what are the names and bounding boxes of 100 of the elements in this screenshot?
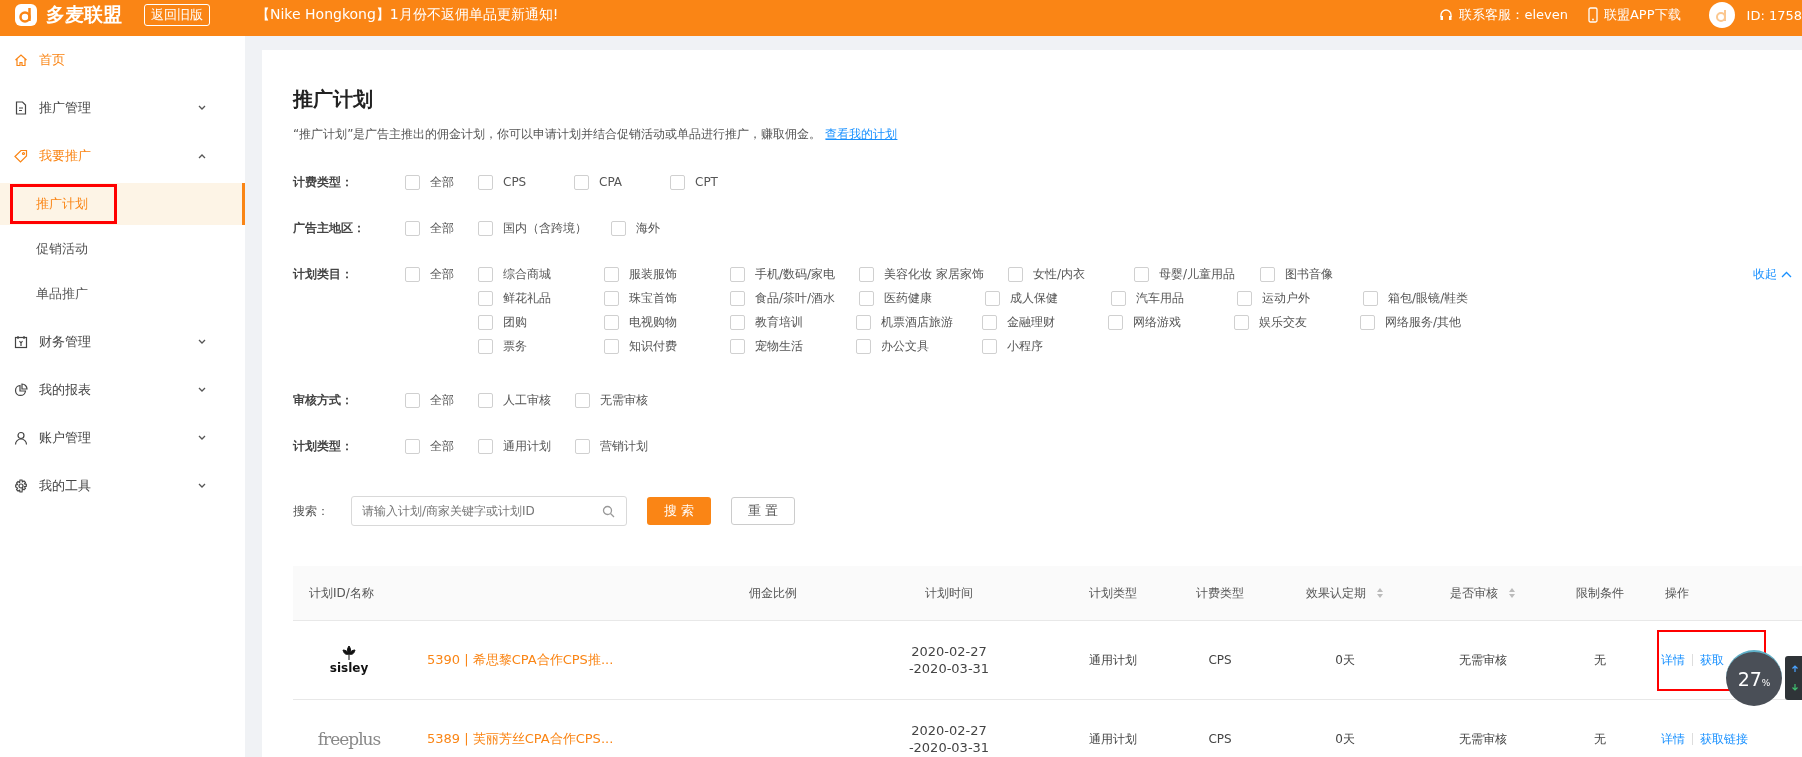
option-label[interactable]: CPS xyxy=(503,175,527,189)
checkbox[interactable] xyxy=(405,174,420,190)
checkbox[interactable] xyxy=(859,266,875,282)
checkbox[interactable] xyxy=(1360,314,1375,330)
sort-icon[interactable] xyxy=(1376,587,1384,599)
checkbox[interactable] xyxy=(1234,314,1249,330)
option-label[interactable]: 美容化妆 家居家饰 xyxy=(884,265,984,283)
option-label[interactable]: 人工审核 xyxy=(503,391,551,409)
option-label[interactable]: 医药健康 xyxy=(884,289,933,307)
checkbox[interactable] xyxy=(478,220,493,236)
option-label[interactable]: CPT xyxy=(695,175,718,189)
option-label[interactable]: 娱乐交友 xyxy=(1259,313,1307,331)
option-label[interactable]: 全部 xyxy=(430,173,454,191)
option-label[interactable]: 女性/内衣 xyxy=(1032,265,1085,283)
option-label[interactable]: 海外 xyxy=(636,219,660,237)
nav-item[interactable]: 推广管理 xyxy=(0,84,245,132)
checkbox[interactable] xyxy=(1259,266,1275,282)
sort-icon[interactable] xyxy=(1507,587,1516,599)
checkbox[interactable] xyxy=(1363,290,1379,306)
checkbox[interactable] xyxy=(478,392,493,408)
column-header: 限制条件 xyxy=(1576,584,1624,602)
option-label[interactable]: 宠物生活 xyxy=(755,337,803,355)
checkbox[interactable] xyxy=(405,392,420,408)
checkbox[interactable] xyxy=(604,314,619,330)
option-label[interactable]: 手机/数码/家电 xyxy=(755,265,836,283)
checkbox[interactable] xyxy=(575,392,590,408)
option-label[interactable]: 汽车用品 xyxy=(1136,289,1185,307)
checkbox[interactable] xyxy=(575,438,590,454)
option-label[interactable]: 运动户外 xyxy=(1262,289,1311,307)
checkbox[interactable] xyxy=(1111,290,1127,306)
checkbox[interactable] xyxy=(478,338,493,354)
option-label[interactable]: 知识付费 xyxy=(629,337,677,355)
chevron-down-icon xyxy=(197,435,207,441)
checkbox[interactable] xyxy=(405,266,420,282)
option-label[interactable]: 鲜花礼品 xyxy=(503,289,551,307)
checkbox[interactable] xyxy=(670,174,685,190)
option-label[interactable]: 网络服务/其他 xyxy=(1385,313,1462,331)
checkbox[interactable] xyxy=(1133,266,1149,282)
checkbox[interactable] xyxy=(1237,290,1253,306)
checkbox[interactable] xyxy=(405,220,420,236)
avatar-icon[interactable] xyxy=(1708,2,1735,28)
checkbox[interactable] xyxy=(730,338,745,354)
checkbox[interactable] xyxy=(859,290,875,306)
option-label[interactable]: 机票酒店旅游 xyxy=(881,313,953,331)
filter-label: 审核方式： xyxy=(293,392,354,409)
nav-item[interactable]: 财务管理 xyxy=(0,318,245,366)
option-label[interactable]: 小程序 xyxy=(1007,337,1043,355)
checkbox[interactable] xyxy=(478,266,493,282)
checkbox[interactable] xyxy=(478,290,493,306)
option-label[interactable]: 珠宝首饰 xyxy=(629,289,677,307)
option-label[interactable]: 全部 xyxy=(430,391,454,409)
checkbox[interactable] xyxy=(982,314,997,330)
option-label[interactable]: 全部 xyxy=(430,265,454,283)
checkbox[interactable] xyxy=(1108,314,1123,330)
checkbox[interactable] xyxy=(730,266,745,282)
option-label[interactable]: 团购 xyxy=(503,313,527,331)
option-label[interactable]: 电视购物 xyxy=(629,313,677,331)
checkbox[interactable] xyxy=(856,314,871,330)
option-label[interactable]: 无需审核 xyxy=(600,391,648,409)
checkbox[interactable] xyxy=(730,290,745,306)
option-label[interactable]: 网络游戏 xyxy=(1133,313,1181,331)
nav-item[interactable]: 我的报表 xyxy=(0,366,245,414)
search-field[interactable]: 请输入计划/商家关键字或计划ID xyxy=(351,496,627,526)
checkbox[interactable] xyxy=(1007,266,1023,282)
option-label[interactable]: 食品/茶叶/酒水 xyxy=(755,289,836,307)
option-label[interactable]: 办公文具 xyxy=(881,337,929,355)
nav-item[interactable]: 我的工具 xyxy=(0,462,245,510)
option-label[interactable]: 箱包/眼镜/鞋类 xyxy=(1388,289,1469,307)
option-label[interactable]: 服装服饰 xyxy=(629,265,677,283)
nav-subitem[interactable]: 促销活动 xyxy=(0,228,245,270)
reset-button[interactable]: 重 置 xyxy=(731,497,795,525)
checkbox[interactable] xyxy=(985,290,1001,306)
option-label[interactable]: 营销计划 xyxy=(600,437,648,455)
nav-subitem[interactable]: 单品推广 xyxy=(0,273,245,315)
checkbox[interactable] xyxy=(574,174,589,190)
checkbox[interactable] xyxy=(856,338,871,354)
checkbox[interactable] xyxy=(730,314,745,330)
option-label[interactable]: 金融理财 xyxy=(1007,313,1055,331)
checkbox[interactable] xyxy=(478,438,493,454)
checkbox[interactable] xyxy=(478,174,493,190)
checkbox[interactable] xyxy=(604,290,619,306)
option-label[interactable]: 综合商城 xyxy=(503,265,551,283)
option-label[interactable]: 通用计划 xyxy=(503,437,551,455)
checkbox[interactable] xyxy=(604,338,619,354)
nav-item[interactable]: 账户管理 xyxy=(0,414,245,462)
option-label[interactable]: CPA xyxy=(599,175,623,189)
column-header: 效果认定期 xyxy=(1306,584,1366,602)
checkbox[interactable] xyxy=(405,438,420,454)
option-label[interactable]: 全部 xyxy=(430,219,454,237)
checkbox[interactable] xyxy=(478,314,493,330)
checkbox[interactable] xyxy=(604,266,619,282)
checkbox[interactable] xyxy=(982,338,997,354)
option-label[interactable]: 教育培训 xyxy=(755,313,803,331)
checkbox[interactable] xyxy=(611,220,626,236)
option-label[interactable]: 票务 xyxy=(503,337,527,355)
option-label[interactable]: 成人保健 xyxy=(1010,289,1059,307)
option-label[interactable]: 母婴/儿童用品 xyxy=(1158,265,1235,283)
option-label[interactable]: 国内（含跨境） xyxy=(503,219,587,237)
option-label[interactable]: 全部 xyxy=(430,437,454,455)
option-label[interactable]: 图书音像 xyxy=(1284,265,1333,283)
